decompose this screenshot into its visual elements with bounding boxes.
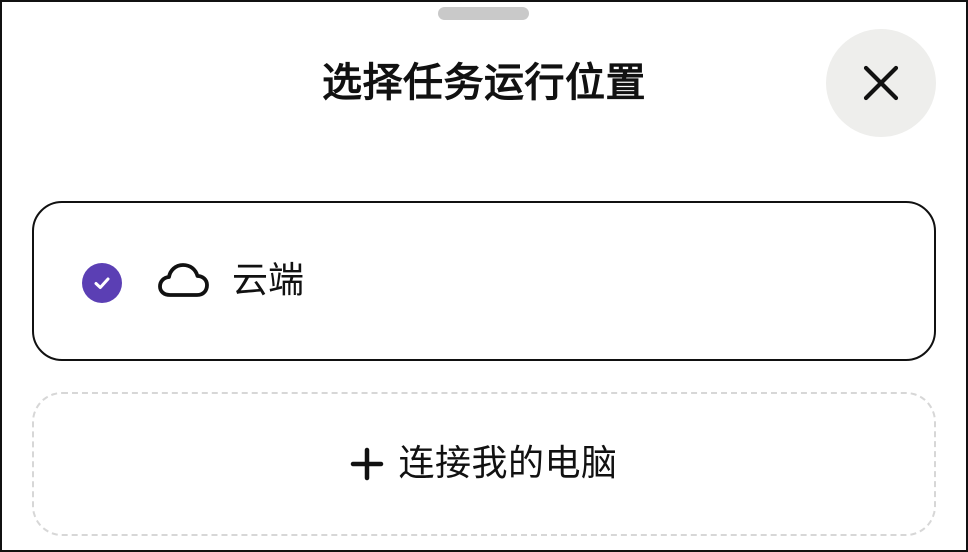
connect-my-computer-button[interactable]: 连接我的电脑 [32, 392, 936, 536]
connect-my-computer-label: 连接我的电脑 [398, 443, 618, 484]
plus-icon [351, 447, 384, 481]
cloud-option-card[interactable]: 云端 [32, 201, 936, 361]
location-picker-sheet: 选择任务运行位置 云端 连接我的电脑 [0, 0, 968, 552]
cloud-option-label: 云端 [232, 260, 305, 301]
cloud-icon [158, 263, 209, 297]
selected-check-icon [82, 263, 122, 303]
close-icon [863, 65, 899, 101]
page-title: 选择任务运行位置 [322, 60, 646, 106]
drag-handle[interactable] [438, 7, 529, 20]
close-button[interactable] [826, 29, 936, 137]
